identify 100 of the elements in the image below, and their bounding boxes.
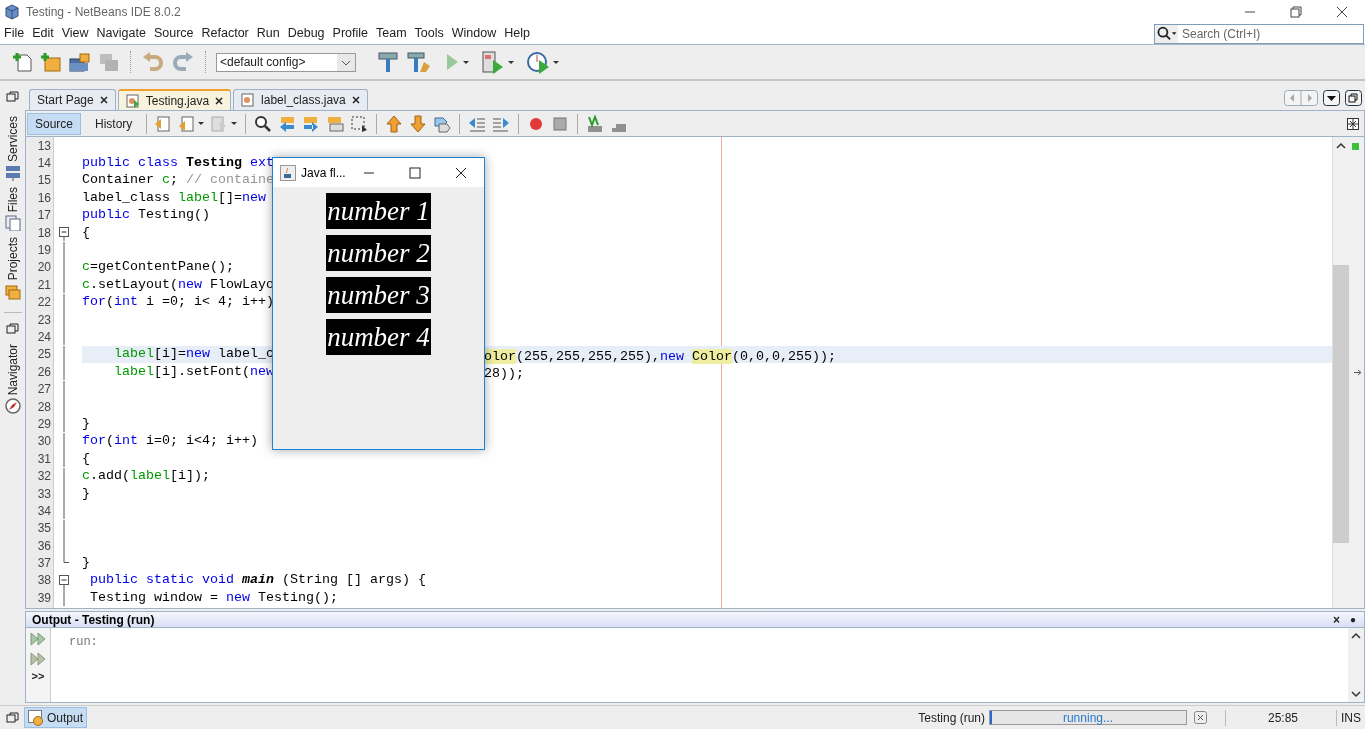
line-number: 24 [36,329,52,346]
scroll-up-icon[interactable] [1351,632,1361,639]
editor-tab[interactable]: Testing.java [117,89,232,110]
text-label: number 3 [326,277,431,313]
close-icon[interactable] [215,96,224,105]
dropdown-icon[interactable] [1323,89,1340,106]
menu-item[interactable]: Tools [410,24,448,43]
menu-item[interactable]: File [0,24,29,43]
line-number: 37 [36,555,52,573]
side-tab[interactable]: Services [3,116,22,181]
restore-window-icon[interactable] [6,91,19,102]
new-project-icon[interactable] [40,51,62,73]
menu-item[interactable]: Navigate [92,24,150,43]
restore-window-icon[interactable] [6,322,19,334]
new-file-icon[interactable] [12,51,34,73]
output-line: run: [69,634,99,651]
text-label: number 4 [326,319,431,355]
magnifier-icon[interactable] [254,114,273,133]
menu-item[interactable]: Refactor [197,24,253,43]
view-tab[interactable]: History [87,112,141,135]
line-number: 31 [36,450,52,468]
side-tab[interactable]: Projects [3,237,22,300]
fold-toggle-icon[interactable] [59,575,69,590]
line-number: 34 [36,502,52,520]
menu-item[interactable]: Profile [328,24,372,43]
menu-item[interactable]: Edit [28,24,58,43]
line-number: 20 [36,259,52,277]
editor-tab[interactable]: label_class.java [233,89,368,110]
selection-icon[interactable] [350,114,369,133]
config-dropdown[interactable]: <default config> [216,52,356,72]
code-line: { [82,449,90,468]
menu-item[interactable]: Debug [283,24,329,43]
code-line: c=getContentPane(); [82,258,234,277]
back-to-edit-icon[interactable] [153,114,172,133]
caret-icon[interactable] [508,60,514,64]
more-button[interactable]: >> [31,671,45,682]
close-icon[interactable] [99,96,108,104]
scroll-up-icon[interactable] [1336,142,1346,149]
insert-mode: INS [1340,709,1362,727]
cube-icon [4,3,20,20]
side-tab[interactable]: Navigator [3,343,22,415]
compass-icon [4,398,21,415]
close-icon[interactable] [351,96,360,104]
rerun-icon[interactable] [30,631,46,647]
code-line: label_class label[]=new [82,188,266,207]
pin-button[interactable]: ● [1343,614,1362,625]
gauge-icon[interactable] [526,50,550,74]
hammer-icon[interactable] [376,50,400,74]
editor-tab[interactable]: Start Page [29,89,116,110]
hammer-broom-icon[interactable] [406,50,432,74]
line-number: 13 [36,137,52,155]
menu-item[interactable]: Run [252,24,284,43]
undo-icon[interactable] [141,51,165,73]
restore-window-icon[interactable] [6,712,19,723]
line-number: 26 [36,363,52,381]
view-tab[interactable]: Source [27,112,82,135]
scrollbar-thumb[interactable] [1333,265,1349,543]
side-tab[interactable]: Files [3,187,22,232]
arrow-down-icon[interactable] [409,114,428,133]
caret-icon[interactable] [553,60,559,64]
find-selection-icon[interactable] [326,114,345,133]
stop-icon[interactable] [551,114,570,133]
caret-icon[interactable] [198,122,205,125]
code-line: Testing window = new Testing(); [89,588,338,607]
restore-window-icon[interactable] [1345,89,1362,106]
split-icon[interactable] [1347,117,1359,130]
fold-toggle-icon[interactable] [59,227,69,242]
caret-icon[interactable] [463,60,469,64]
save-all-icon[interactable] [98,51,120,73]
progress-text: running... [1062,709,1113,727]
bookmark-icon[interactable] [433,114,452,133]
line-number: 22 [36,294,52,312]
open-folder-icon[interactable] [68,51,92,73]
code-line: public class Testing ext [82,154,274,173]
menu-item[interactable]: View [57,24,93,43]
menu-item[interactable]: Help [500,24,534,43]
code-line: } [82,484,90,503]
menu-item[interactable]: Window [447,24,501,43]
comment-lines-icon[interactable] [586,114,605,133]
find-previous-icon[interactable] [278,114,297,133]
line-number: 21 [36,276,52,294]
code-line: Container c; // containe [82,171,274,190]
scroll-tabs-icon[interactable] [1284,89,1318,106]
close-button[interactable]: × [1328,613,1344,626]
panel-tab[interactable]: Output [24,707,88,728]
menu-item[interactable]: Team [372,24,411,43]
line-number: 38 [36,572,52,590]
code-line: 28)); [484,365,524,384]
caret-icon[interactable] [231,122,238,125]
arrow-up-icon[interactable] [385,114,404,133]
code-line: for(int i =0; i< 4; i++) [82,293,274,312]
cancel-icon[interactable] [1194,711,1207,724]
redo-icon[interactable] [171,51,195,73]
rerun-icon[interactable] [30,651,46,667]
console-icon [28,709,44,726]
scroll-down-icon[interactable] [1351,691,1361,698]
line-number: 19 [36,242,52,260]
line-number: 25 [36,346,52,364]
code-line: c.add(label[i]); [82,467,210,486]
menu-item[interactable]: Source [149,24,198,43]
